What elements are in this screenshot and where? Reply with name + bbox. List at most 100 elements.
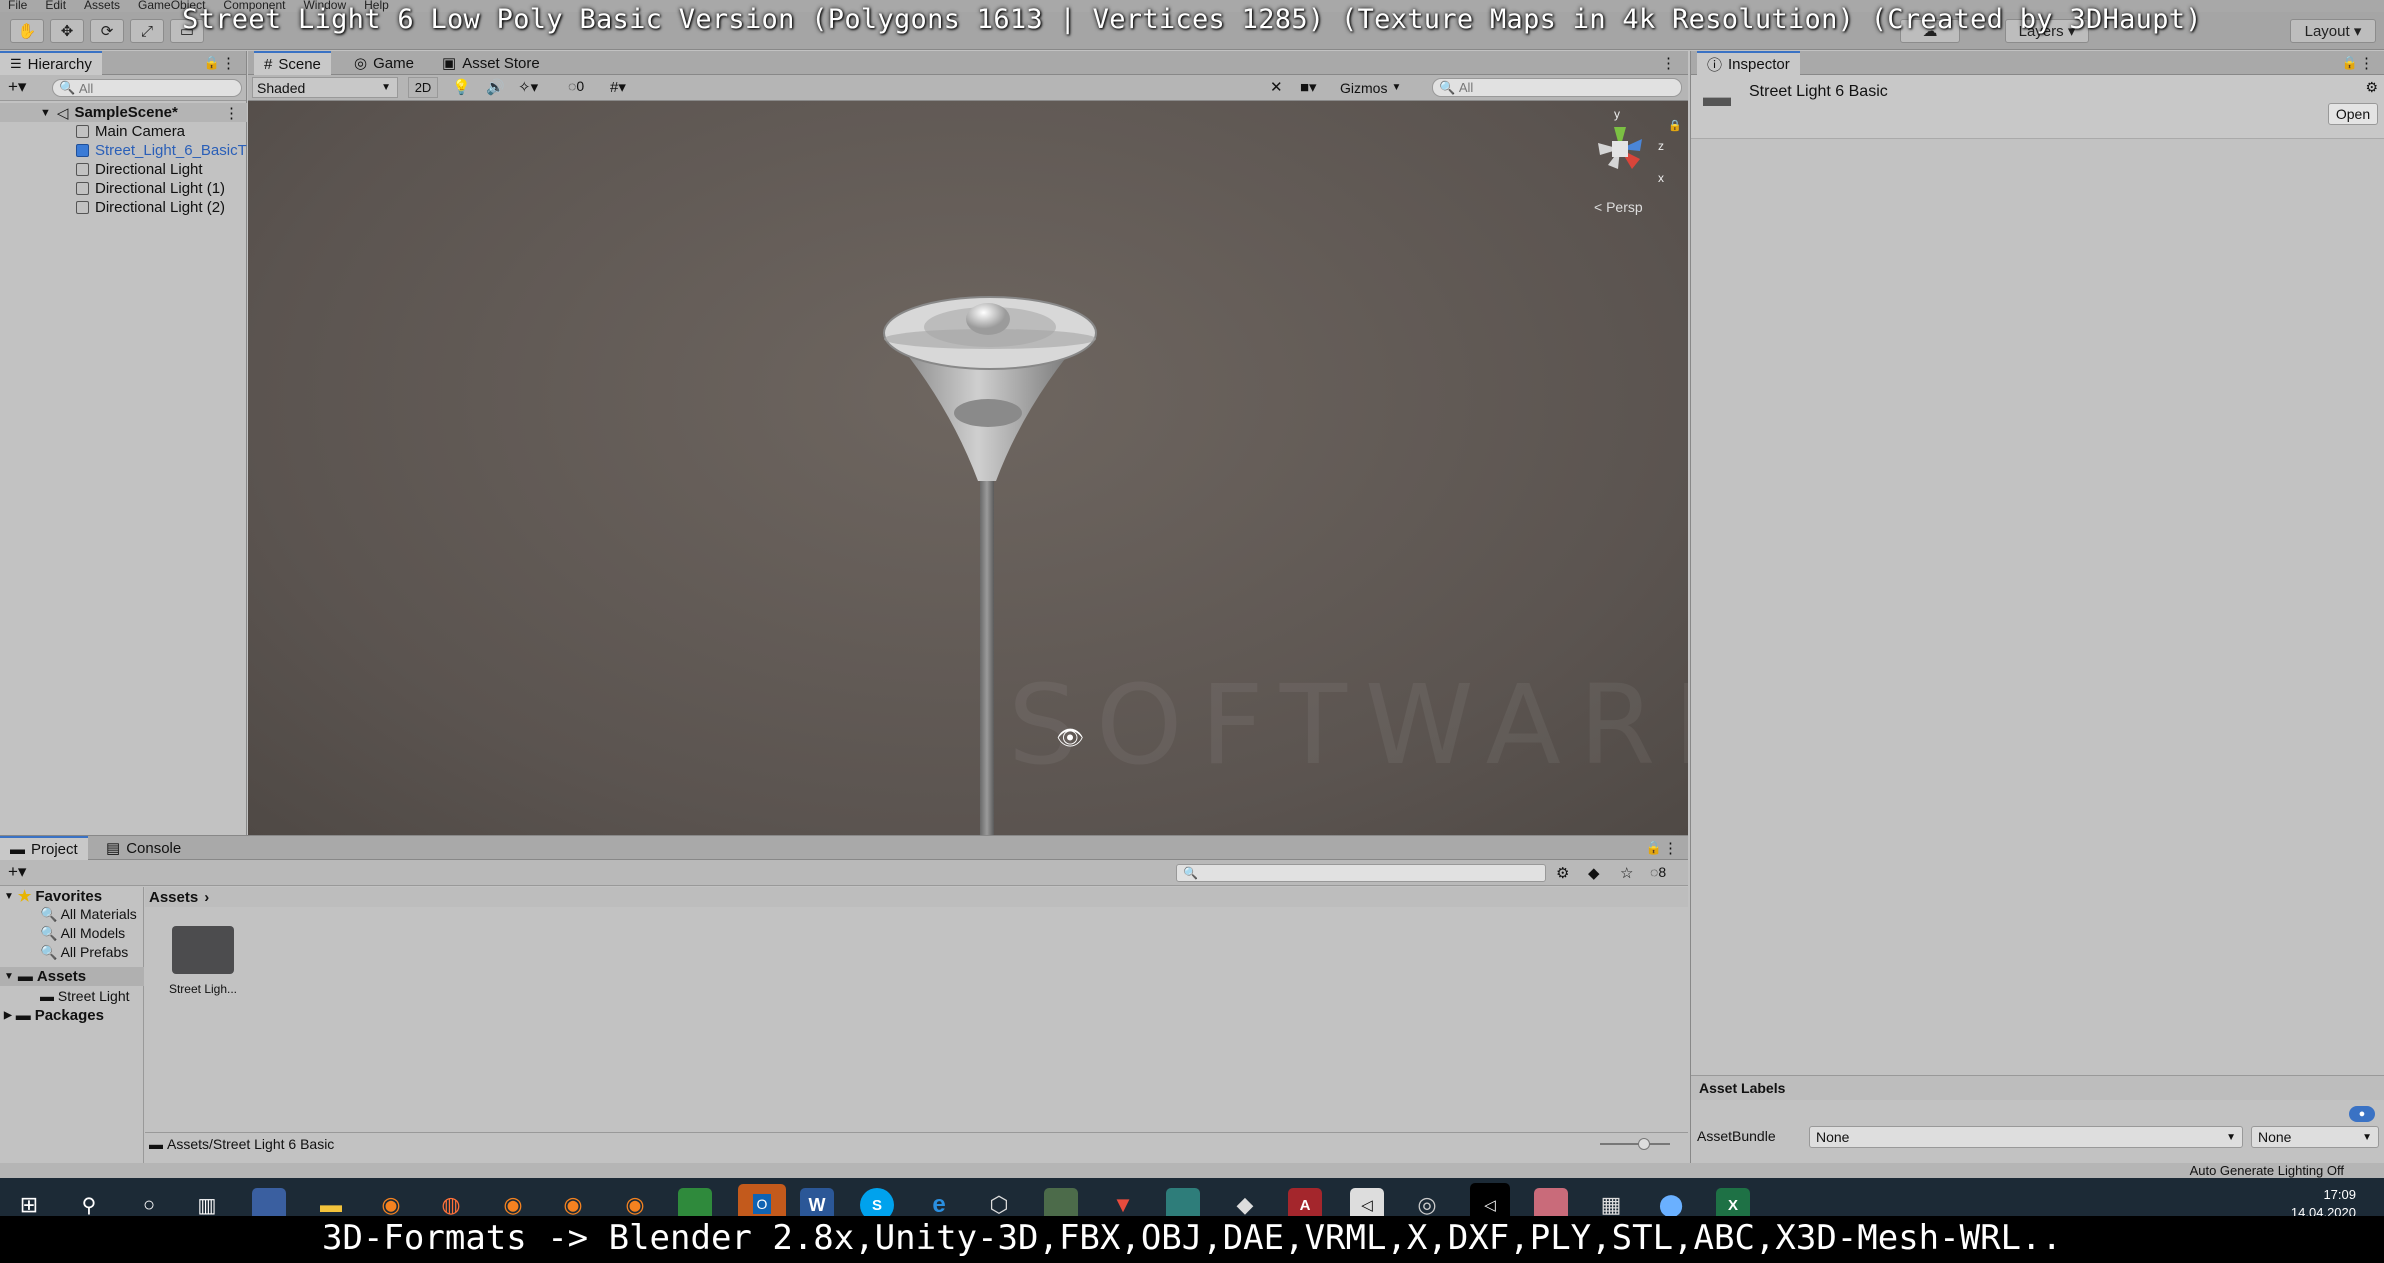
- folder-icon: ▬: [1703, 81, 1731, 112]
- list-item[interactable]: 🔍 All Models: [40, 925, 125, 942]
- gizmo-axis-y: y: [1614, 107, 1620, 121]
- scene-root-row[interactable]: ▼ ◁ SampleScene* ⋮: [0, 103, 247, 122]
- list-item[interactable]: Directional Light (2): [0, 198, 247, 217]
- create-plus-icon[interactable]: +▾: [8, 862, 26, 882]
- chevron-down-icon[interactable]: ▼: [40, 107, 51, 119]
- tab-hierarchy[interactable]: ☰ Hierarchy: [0, 51, 102, 75]
- prefab-cube-icon: [76, 144, 89, 157]
- hidden-packages-icon[interactable]: ◌8: [1650, 864, 1666, 880]
- effects-toggle-icon[interactable]: ✧▾: [518, 78, 538, 96]
- more-menu-icon[interactable]: ⋮: [2359, 54, 2374, 72]
- selected-path-bar: ▬ Assets/Street Light 6 Basic: [145, 1132, 1688, 1154]
- folder-icon: ▬: [149, 1135, 163, 1152]
- list-item[interactable]: Directional Light: [0, 160, 247, 179]
- lock-icon[interactable]: 🔒: [2342, 55, 2358, 71]
- filter-label-icon[interactable]: ◆: [1588, 864, 1600, 882]
- info-icon: ⓘ: [1707, 56, 1723, 74]
- assets-node[interactable]: ▼ ▬ Assets: [0, 967, 144, 986]
- grid-icon: #: [264, 55, 273, 73]
- favorites-node[interactable]: ▼ ★ Favorites: [4, 887, 102, 906]
- tab-console[interactable]: ▤ Console: [96, 836, 191, 860]
- favorite-star-icon[interactable]: ☆: [1620, 864, 1633, 882]
- projection-toggle[interactable]: < Persp: [1594, 199, 1643, 215]
- chevron-right-icon: ▶: [4, 1010, 12, 1021]
- tab-asset-store[interactable]: ▣ Asset Store: [432, 51, 550, 75]
- more-menu-icon[interactable]: ⋮: [1661, 54, 1676, 72]
- scene-menu-icon[interactable]: ⋮: [224, 104, 239, 122]
- more-menu-icon[interactable]: ⋮: [1663, 839, 1678, 857]
- lock-icon[interactable]: 🔒: [1668, 119, 1682, 132]
- create-plus-icon[interactable]: +▾: [8, 77, 26, 97]
- chevron-right-icon: ›: [204, 888, 210, 906]
- hidden-objects-icon[interactable]: ◌0: [568, 78, 584, 94]
- gameobject-cube-icon: [76, 163, 89, 176]
- project-search-input[interactable]: 🔍: [1176, 864, 1546, 882]
- list-item[interactable]: 🔍 All Materials: [40, 906, 137, 923]
- search-icon: 🔍: [59, 80, 76, 95]
- camera-icon[interactable]: ■▾: [1300, 78, 1317, 96]
- lighting-toggle-icon[interactable]: 💡: [452, 78, 471, 96]
- hierarchy-icon: ☰: [10, 56, 22, 71]
- tab-project[interactable]: ▬ Project: [0, 836, 88, 860]
- tab-inspector[interactable]: ⓘ Inspector: [1697, 51, 1800, 75]
- 2d-toggle-button[interactable]: 2D: [408, 77, 438, 98]
- scene-search-input[interactable]: All: [1459, 80, 1473, 95]
- variant-dropdown[interactable]: None ▼: [2251, 1126, 2379, 1148]
- tab-game[interactable]: ◎ Game: [344, 51, 424, 75]
- more-menu-icon[interactable]: ⋮: [221, 54, 236, 72]
- chevron-down-icon: ▼: [2362, 1131, 2372, 1143]
- gizmo-axis-x: x: [1658, 171, 1664, 185]
- audio-toggle-icon[interactable]: 🔊: [486, 78, 505, 96]
- project-panel: ▬ Project ▤ Console 🔒 ⋮ +▾ 🔍 ⚙ ◆ ☆ ◌8 ▼ ★ Fa…: [0, 835, 1688, 1164]
- star-icon: ★: [17, 888, 32, 905]
- inspector-panel: ⓘ Inspector 🔒 ⋮ ▬ Street Light 6 Basic ⚙ …: [1690, 51, 2384, 1163]
- lighting-status[interactable]: Auto Generate Lighting Off: [2190, 1163, 2344, 1178]
- slider-handle[interactable]: [1638, 1138, 1650, 1150]
- store-bag-icon: ▣: [442, 55, 457, 72]
- unity-scene-icon: ◁: [56, 104, 69, 122]
- scene-viewport[interactable]: SOFTWARE y x z 🔒 < Persp 👁: [248, 101, 1688, 835]
- asset-folder-tile[interactable]: Street Ligh...: [158, 926, 248, 996]
- search-icon: 🔍: [1183, 866, 1198, 880]
- grid-snap-icon[interactable]: #▾: [610, 78, 626, 96]
- gizmos-dropdown[interactable]: Gizmos ▼: [1336, 77, 1405, 98]
- assetbundle-label: AssetBundle: [1697, 1128, 1776, 1144]
- shading-mode-dropdown[interactable]: Shaded ▼: [252, 77, 398, 98]
- orientation-gizmo-icon[interactable]: [1580, 113, 1660, 183]
- console-icon: ▤: [106, 840, 121, 857]
- filter-type-icon[interactable]: ⚙: [1556, 864, 1569, 882]
- folder-icon: ▬: [40, 988, 54, 1004]
- label-tag-icon[interactable]: ●: [2349, 1106, 2375, 1122]
- packages-node[interactable]: ▶ ▬ Packages: [4, 1007, 104, 1024]
- scene-panel: # Scene ◎ Game ▣ Asset Store ⋮ Shaded ▼ 2D 💡…: [248, 51, 1688, 835]
- tab-scene[interactable]: # Scene: [254, 51, 331, 75]
- hierarchy-search-input[interactable]: All: [79, 81, 93, 96]
- open-button[interactable]: Open: [2328, 103, 2378, 125]
- inspector-header: ▬ Street Light 6 Basic ⚙ Open: [1691, 75, 2384, 139]
- gizmo-axis-z: z: [1658, 139, 1664, 153]
- search-icon: 🔍: [40, 944, 58, 960]
- list-item[interactable]: Directional Light (1): [0, 179, 247, 198]
- gameobject-cube-icon: [76, 201, 89, 214]
- lock-icon[interactable]: 🔒: [204, 55, 220, 71]
- list-item[interactable]: Street_Light_6_BasicT: [0, 141, 247, 160]
- chevron-down-icon: ▼: [4, 971, 14, 982]
- breadcrumb: Assets ›: [145, 887, 1688, 907]
- list-item[interactable]: 🔍 All Prefabs: [40, 944, 128, 961]
- gear-icon[interactable]: ⚙: [2365, 79, 2378, 96]
- game-controller-icon: ◎: [354, 55, 368, 72]
- list-item[interactable]: Main Camera: [0, 122, 247, 141]
- video-caption-overlay: 3D-Formats -> Blender 2.8x,Unity-3D,FBX,…: [0, 1216, 2384, 1263]
- lock-icon[interactable]: 🔒: [1646, 840, 1662, 856]
- street-light-model[interactable]: [248, 101, 1688, 835]
- chevron-down-icon: ▼: [4, 890, 14, 902]
- folder-icon: ▬: [10, 840, 25, 858]
- hierarchy-panel: ☰ Hierarchy 🔒 ⋮ +▾ 🔍 All ▼ ◁ SampleScene…: [0, 51, 247, 835]
- assetbundle-dropdown[interactable]: None ▼: [1809, 1126, 2243, 1148]
- tools-icon[interactable]: ✕: [1270, 78, 1283, 96]
- search-icon: 🔍: [40, 925, 58, 941]
- search-icon: 🔍: [1439, 79, 1456, 95]
- list-item[interactable]: ▬ Street Light: [40, 988, 130, 1004]
- icon-size-slider[interactable]: [1600, 1143, 1670, 1145]
- chevron-down-icon: ▼: [1391, 82, 1402, 93]
